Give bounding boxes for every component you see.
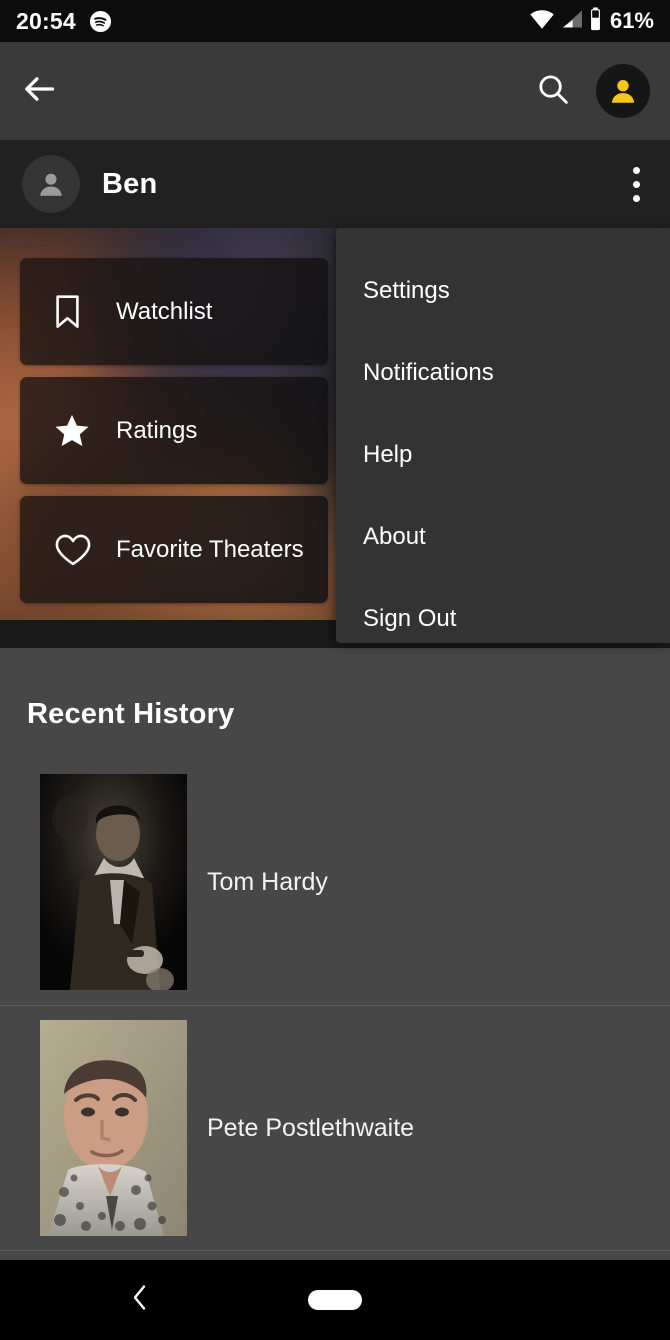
- menu-item-label: Help: [363, 441, 412, 469]
- card-label: Watchlist: [116, 296, 212, 327]
- search-icon[interactable]: [536, 72, 570, 111]
- cellular-signal-icon: [560, 8, 584, 35]
- star-icon: [54, 413, 116, 448]
- kebab-dot: [633, 181, 640, 188]
- menu-item-help[interactable]: Help: [336, 414, 670, 496]
- person-placeholder-icon: [34, 167, 68, 201]
- status-bar: 20:54: [0, 0, 670, 42]
- list-item-label: Pete Postlethwaite: [207, 1114, 414, 1143]
- status-bar-clock: 20:54: [16, 8, 76, 35]
- battery-percent-label: 61%: [610, 8, 654, 34]
- avatar[interactable]: [22, 155, 80, 213]
- card-label: Favorite Theaters: [116, 534, 304, 565]
- history-list: Tom Hardy: [0, 759, 670, 1251]
- bookmark-icon: [54, 295, 116, 329]
- spotify-icon: [89, 10, 112, 33]
- menu-item-sign-out[interactable]: Sign Out: [336, 578, 670, 660]
- section-title: Recent History: [0, 648, 670, 731]
- list-item[interactable]: Tom Hardy: [0, 759, 670, 1005]
- card-ratings[interactable]: Ratings: [20, 377, 328, 484]
- card-watchlist[interactable]: Watchlist: [20, 258, 328, 365]
- recent-history-section: Recent History: [0, 648, 670, 1260]
- menu-item-label: Notifications: [363, 359, 494, 387]
- list-item-label: Tom Hardy: [207, 868, 328, 897]
- app-bar-actions: [536, 64, 650, 118]
- list-item[interactable]: Pete Postlethwaite: [0, 1005, 670, 1251]
- more-options-button[interactable]: [625, 159, 648, 210]
- page-title: Ben: [102, 168, 157, 201]
- thumbnail: [40, 1020, 187, 1236]
- battery-icon: [589, 7, 602, 36]
- menu-item-label: Settings: [363, 277, 450, 305]
- profile-header: Ben: [0, 140, 670, 228]
- app-bar: [0, 42, 670, 140]
- overflow-menu: Settings Notifications Help About Sign O…: [336, 228, 670, 643]
- menu-item-label: Sign Out: [363, 605, 456, 633]
- person-icon: [606, 74, 640, 108]
- card-favorite-theaters[interactable]: Favorite Theaters: [20, 496, 328, 603]
- home-pill-icon[interactable]: [308, 1290, 362, 1310]
- account-avatar-button[interactable]: [596, 64, 650, 118]
- status-bar-indicators: 61%: [529, 7, 654, 36]
- system-navigation-bar: [0, 1260, 670, 1340]
- kebab-dot: [633, 195, 640, 202]
- wifi-icon: [529, 8, 555, 35]
- menu-item-settings[interactable]: Settings: [336, 250, 670, 332]
- back-arrow-icon[interactable]: [20, 70, 58, 113]
- kebab-dot: [633, 167, 640, 174]
- card-label: Ratings: [116, 415, 197, 446]
- menu-item-label: About: [363, 523, 426, 551]
- app-screen: 20:54: [0, 0, 670, 1340]
- menu-item-about[interactable]: About: [336, 496, 670, 578]
- thumbnail: [40, 774, 187, 990]
- heart-icon: [54, 533, 116, 567]
- system-back-icon[interactable]: [130, 1283, 150, 1318]
- menu-item-notifications[interactable]: Notifications: [336, 332, 670, 414]
